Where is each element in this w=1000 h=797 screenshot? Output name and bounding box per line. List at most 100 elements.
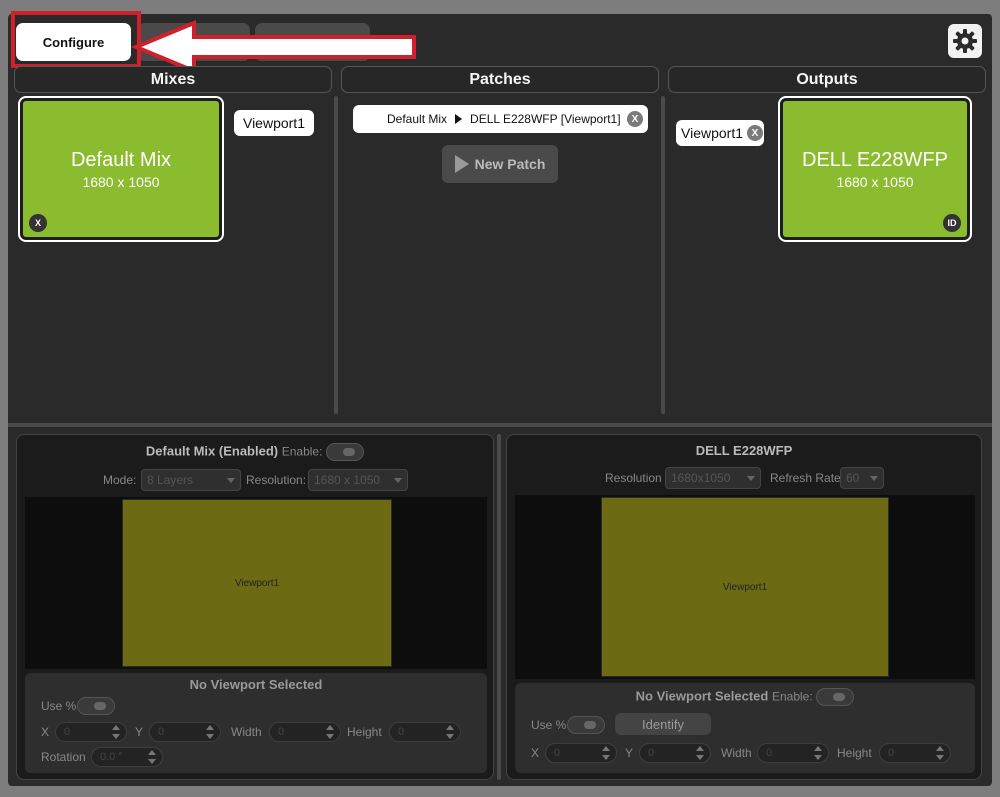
- refresh-rate-value: 60: [846, 471, 860, 485]
- column-splitter[interactable]: [661, 96, 665, 414]
- rotation-value: 0.0 °: [100, 751, 123, 763]
- output-tile[interactable]: DELL E228WFP 1680 x 1050 ID: [778, 96, 972, 242]
- y-stepper[interactable]: 0: [639, 743, 711, 763]
- width-stepper[interactable]: 0: [757, 743, 829, 763]
- annotation-highlight-box: [11, 11, 141, 68]
- mixes-header: Mixes: [14, 66, 332, 93]
- output-identify-badge[interactable]: ID: [943, 214, 961, 232]
- stepper-arrows-icon[interactable]: [148, 750, 156, 764]
- mode-value: 8 Layers: [147, 473, 194, 487]
- patch-source: Default Mix: [387, 112, 448, 126]
- mix-panel-title: Default Mix (Enabled) Enable:: [17, 443, 493, 461]
- settings-button[interactable]: [948, 24, 982, 58]
- column-splitter[interactable]: [334, 96, 338, 414]
- identify-button[interactable]: Identify: [615, 713, 711, 735]
- chevron-down-icon: [227, 478, 235, 483]
- mode-select[interactable]: 8 Layers: [141, 469, 241, 491]
- height-value: 0: [398, 726, 405, 738]
- new-patch-button[interactable]: New Patch: [442, 145, 558, 183]
- patch-item[interactable]: Default Mix DELL E228WFP [Viewport1] X: [353, 105, 648, 133]
- output-settings-panel: DELL E228WFP Resolution 1680x1050 Refres…: [506, 434, 982, 780]
- stepper-arrows-icon[interactable]: [326, 725, 334, 739]
- height-stepper[interactable]: 0: [389, 722, 461, 742]
- mix-resolution-value: 1680 x 1050: [314, 473, 381, 487]
- output-viewport-chip[interactable]: Viewport1 X: [676, 120, 764, 146]
- output-canvas[interactable]: Viewport1: [515, 495, 975, 679]
- use-percent-label: Use %: [531, 718, 567, 732]
- resolution-label: Resolution:: [246, 473, 307, 487]
- output-viewport-properties: No Viewport Selected Enable: Use % Ident…: [515, 683, 975, 773]
- refresh-rate-label: Refresh Rate: [770, 471, 841, 485]
- stepper-arrows-icon[interactable]: [696, 746, 704, 760]
- use-percent-toggle[interactable]: [567, 716, 605, 734]
- width-value: 0: [278, 726, 285, 738]
- width-label: Width: [721, 746, 752, 760]
- stepper-arrows-icon[interactable]: [112, 725, 120, 739]
- patch-remove-badge[interactable]: X: [627, 111, 643, 127]
- output-viewport-subtitle: No Viewport Selected Enable:: [515, 688, 975, 706]
- height-label: Height: [347, 725, 382, 739]
- x-value: 0: [554, 747, 561, 759]
- mix-tile[interactable]: Default Mix 1680 x 1050 X: [18, 96, 224, 242]
- mix-viewport-chip[interactable]: Viewport1: [234, 110, 314, 136]
- x-stepper[interactable]: 0: [545, 743, 617, 763]
- use-percent-toggle[interactable]: [77, 697, 115, 715]
- width-label: Width: [231, 725, 262, 739]
- stepper-arrows-icon[interactable]: [602, 746, 610, 760]
- height-label: Height: [837, 746, 872, 760]
- chevron-down-icon: [870, 476, 878, 481]
- row-splitter[interactable]: [8, 423, 992, 427]
- height-value: 0: [888, 747, 895, 759]
- height-stepper[interactable]: 0: [879, 743, 951, 763]
- stepper-arrows-icon[interactable]: [206, 725, 214, 739]
- output-resolution: 1680 x 1050: [836, 174, 914, 190]
- mix-enable-label: Enable:: [281, 444, 323, 459]
- rotation-label: Rotation: [41, 750, 86, 764]
- gear-icon: [953, 29, 977, 53]
- patches-header: Patches: [341, 66, 659, 93]
- x-stepper[interactable]: 0: [55, 722, 127, 742]
- output-enable-label: Enable:: [771, 689, 813, 704]
- patch-target: DELL E228WFP [Viewport1]: [470, 112, 621, 126]
- mix-panel-title-text: Default Mix (Enabled): [145, 443, 279, 459]
- output-resolution-value: 1680x1050: [671, 471, 731, 485]
- x-label: X: [531, 746, 540, 760]
- outputs-header: Outputs: [668, 66, 986, 93]
- mix-resolution: 1680 x 1050: [82, 174, 160, 190]
- mix-canvas[interactable]: Viewport1: [25, 497, 487, 669]
- stepper-arrows-icon[interactable]: [446, 725, 454, 739]
- output-resolution-select[interactable]: 1680x1050: [665, 467, 761, 489]
- viewport-rect[interactable]: Viewport1: [122, 499, 392, 667]
- refresh-rate-select[interactable]: 60: [840, 467, 884, 489]
- output-viewport-subtitle-text: No Viewport Selected: [635, 688, 769, 704]
- output-enable-toggle[interactable]: [816, 688, 855, 706]
- output-viewport-remove-badge[interactable]: X: [747, 125, 764, 141]
- x-label: X: [41, 725, 50, 739]
- x-value: 0: [64, 726, 71, 738]
- stepper-arrows-icon[interactable]: [936, 746, 944, 760]
- mix-viewport-subtitle: No Viewport Selected: [189, 677, 323, 692]
- mix-enable-toggle[interactable]: [326, 443, 365, 461]
- mix-remove-badge[interactable]: X: [29, 214, 47, 232]
- output-resolution-label: Resolution: [605, 471, 662, 485]
- chevron-down-icon: [394, 478, 402, 483]
- mode-label: Mode:: [103, 473, 137, 487]
- y-value: 0: [158, 726, 165, 738]
- mix-settings-panel: Default Mix (Enabled) Enable: Mode: 8 La…: [16, 434, 494, 780]
- rotation-stepper[interactable]: 0.0 °: [91, 747, 163, 767]
- y-value: 0: [648, 747, 655, 759]
- use-percent-label: Use %: [41, 699, 77, 713]
- play-icon: [455, 114, 463, 124]
- output-viewport-label: Viewport1: [681, 125, 744, 141]
- width-stepper[interactable]: 0: [269, 722, 341, 742]
- play-icon: [454, 155, 469, 173]
- y-stepper[interactable]: 0: [149, 722, 221, 742]
- y-label: Y: [135, 725, 144, 739]
- output-name: DELL E228WFP: [802, 149, 948, 171]
- mix-resolution-select[interactable]: 1680 x 1050: [308, 469, 408, 491]
- chevron-down-icon: [747, 476, 755, 481]
- panel-splitter[interactable]: [497, 434, 501, 780]
- viewport-rect[interactable]: Viewport1: [601, 497, 889, 677]
- stepper-arrows-icon[interactable]: [814, 746, 822, 760]
- mix-viewport-properties: No Viewport Selected Use % X 0 Y 0 Width…: [25, 673, 487, 773]
